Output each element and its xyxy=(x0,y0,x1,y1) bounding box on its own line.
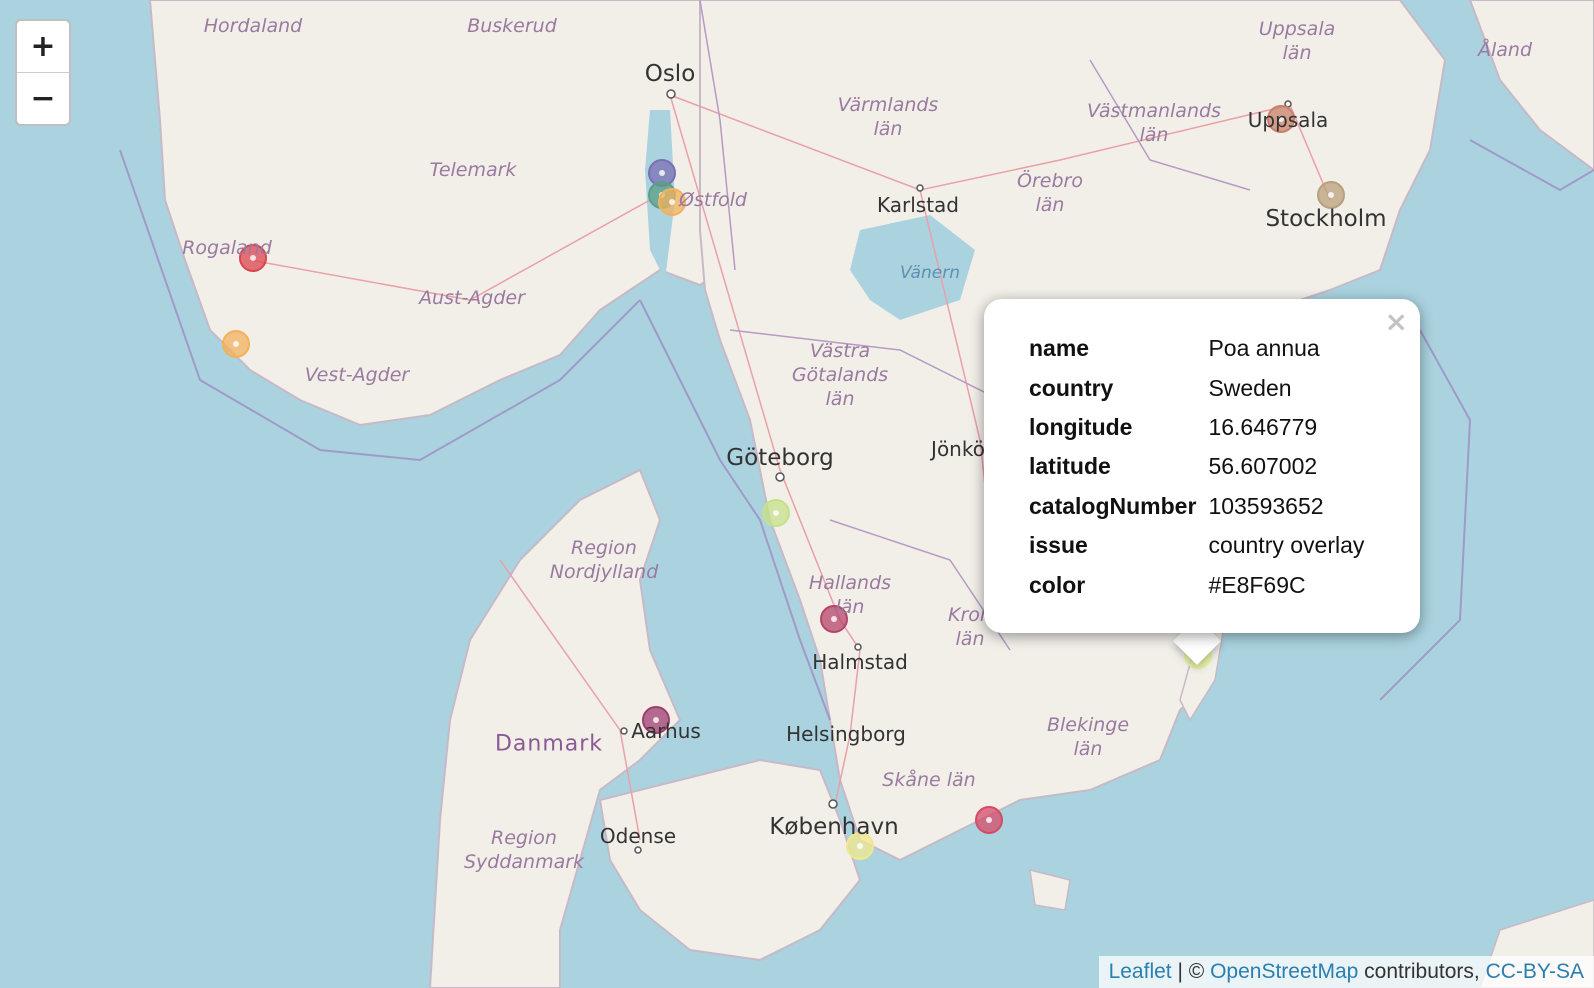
leaflet-link[interactable]: Leaflet xyxy=(1109,960,1172,983)
marker-center-dot xyxy=(1328,192,1334,198)
openstreetmap-link[interactable]: OpenStreetMap xyxy=(1210,960,1358,983)
table-row: name Poa annua xyxy=(1025,329,1372,368)
table-row: longitude 16.646779 xyxy=(1025,408,1372,447)
label-oslo: Oslo xyxy=(644,61,696,87)
marker-center-dot xyxy=(233,341,239,347)
attribute-key: color xyxy=(1029,571,1086,598)
zoom-in-button[interactable]: + xyxy=(17,21,69,72)
label-vest-agder: Vest-Agder xyxy=(304,364,410,386)
label-telemark: Telemark xyxy=(429,159,517,181)
label-region-nordjylland: Region Nordjylland xyxy=(549,537,659,583)
marker-center-dot xyxy=(669,199,675,205)
label-aust-agder: Aust-Agder xyxy=(419,287,525,309)
table-row: issue country overlay xyxy=(1025,526,1372,565)
map-attribution: Leaflet | © OpenStreetMap contributors, … xyxy=(1098,956,1594,988)
label-danmark: Danmark xyxy=(494,731,604,757)
label-rogaland: Rogaland xyxy=(182,237,272,259)
popup-attribute-table: name Poa annua country Sweden longitude 16.… xyxy=(1025,329,1372,605)
attribute-value: #E8F69C xyxy=(1208,571,1306,598)
label-aland: Åland xyxy=(1477,39,1533,61)
label-aarhus: Aarhus xyxy=(631,719,701,743)
attribute-value: Sweden xyxy=(1208,374,1292,401)
popup-close-button[interactable]: × xyxy=(1385,305,1408,338)
license-link[interactable]: CC-BY-SA xyxy=(1486,960,1584,983)
label-skane: Skåne län xyxy=(882,769,976,791)
attribute-value: 103593652 xyxy=(1208,492,1324,519)
marker-center-dot xyxy=(857,843,863,849)
label-hallands: Hallands län xyxy=(808,572,892,618)
label-kobenhavn: København xyxy=(769,814,899,840)
table-row: latitude 56.607002 xyxy=(1025,447,1372,486)
label-vastra-gotalands: Västra Götalands län xyxy=(791,340,889,410)
label-stockholm: Stockholm xyxy=(1265,206,1387,232)
label-varmlands: Värmlands län xyxy=(837,94,939,140)
zoom-control: + − xyxy=(15,19,71,126)
label-helsingborg: Helsingborg xyxy=(786,722,906,746)
label-blekinge: Blekinge län xyxy=(1046,714,1130,760)
label-uppsala: Uppsala xyxy=(1247,108,1329,132)
table-row: catalogNumber 103593652 xyxy=(1025,487,1372,526)
label-orebro: Örebro län xyxy=(1017,170,1083,216)
label-region-syddanmark: Region Syddanmark xyxy=(463,827,585,873)
attribute-value: 16.646779 xyxy=(1208,413,1318,440)
attribute-key: latitude xyxy=(1029,453,1111,480)
label-odense: Odense xyxy=(599,824,677,848)
marker-popup: × name Poa annua country Sweden longitude 1… xyxy=(984,299,1420,633)
label-ostfold: Østfold xyxy=(679,189,747,211)
attribute-key: catalogNumber xyxy=(1029,492,1197,519)
zoom-out-button[interactable]: − xyxy=(17,72,69,124)
attribute-key: longitude xyxy=(1029,413,1133,440)
label-uppsala-lan: Uppsala län xyxy=(1258,18,1336,64)
label-hordaland: Hordaland xyxy=(203,15,303,37)
label-vanern: Vänern xyxy=(900,263,960,283)
table-row: color #E8F69C xyxy=(1025,565,1372,604)
marker-center-dot xyxy=(659,170,665,176)
attribution-contributors: contributors, xyxy=(1358,960,1486,983)
label-buskerud: Buskerud xyxy=(467,15,557,37)
attribute-key: issue xyxy=(1029,532,1088,559)
attribute-value: 56.607002 xyxy=(1208,453,1318,480)
label-halmstad: Halmstad xyxy=(812,650,908,674)
label-vastmanlands: Västmanlands län xyxy=(1087,100,1221,146)
attribute-value: country overlay xyxy=(1208,532,1365,559)
attribution-separator: | © xyxy=(1171,960,1211,983)
marker-center-dot xyxy=(986,817,992,823)
marker-center-dot xyxy=(773,510,779,516)
label-karlstad: Karlstad xyxy=(876,193,960,217)
label-jonkoping: Jönkö xyxy=(931,437,985,461)
attribute-value: Poa annua xyxy=(1208,335,1320,362)
table-row: country Sweden xyxy=(1025,368,1372,407)
attribute-key: name xyxy=(1029,335,1090,362)
label-goteborg: Göteborg xyxy=(726,445,834,471)
attribute-key: country xyxy=(1029,374,1114,401)
